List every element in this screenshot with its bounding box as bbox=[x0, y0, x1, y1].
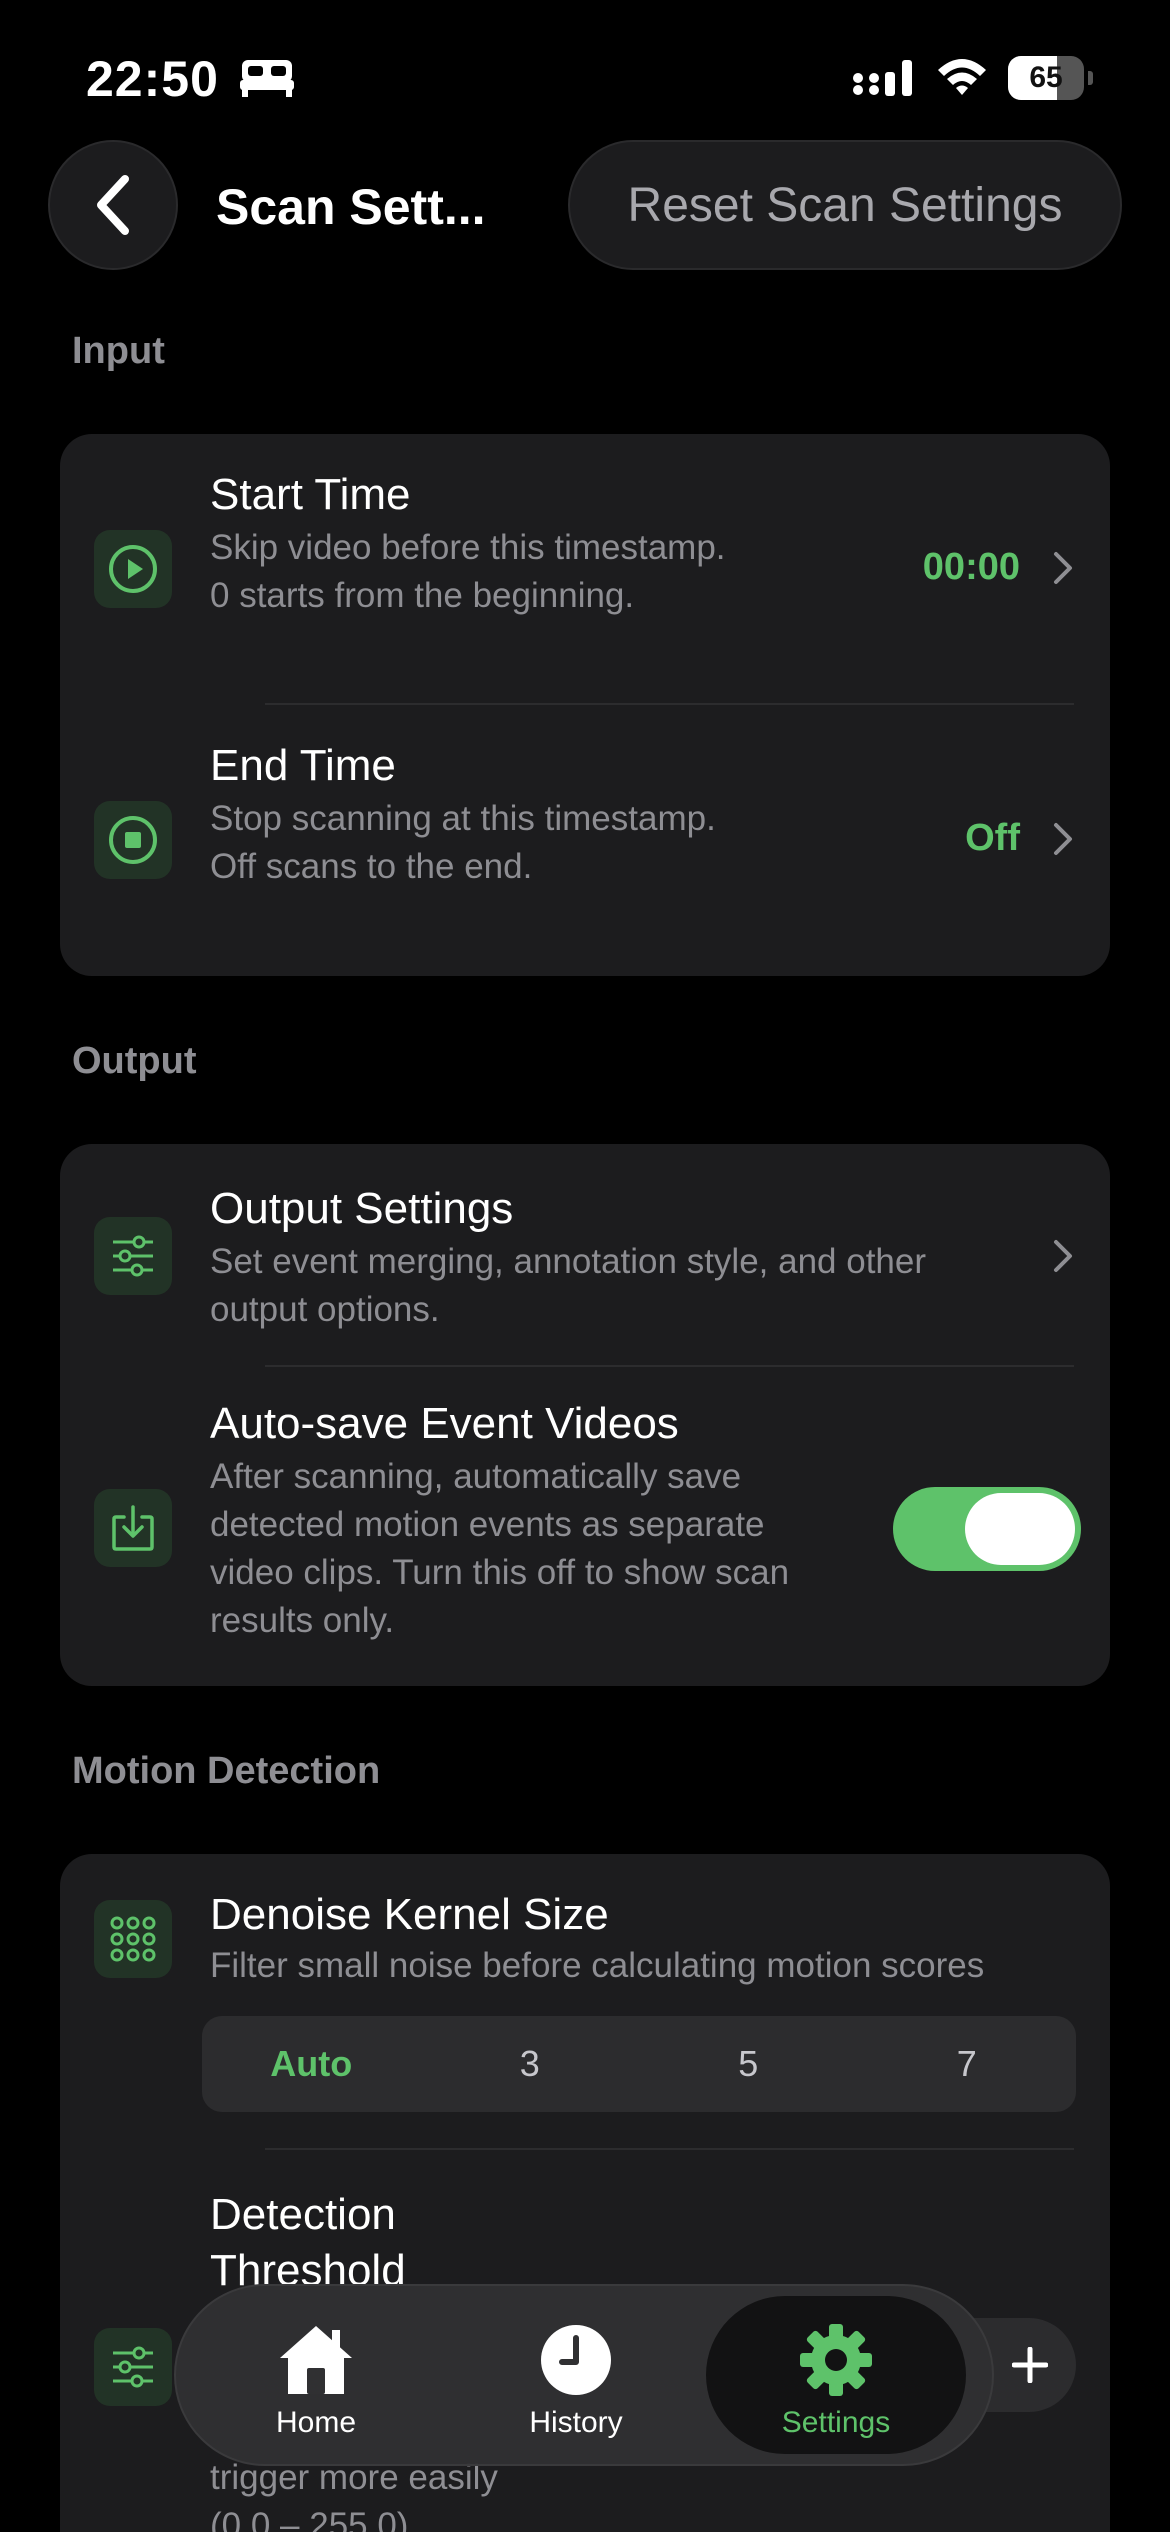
auto-save-toggle[interactable] bbox=[893, 1487, 1081, 1571]
segment-3[interactable]: 3 bbox=[421, 2016, 640, 2112]
output-settings-title: Output Settings bbox=[210, 1184, 514, 1233]
clock-icon bbox=[541, 2325, 611, 2395]
signal-icon bbox=[853, 60, 912, 96]
tab-history-label: History bbox=[529, 2406, 623, 2439]
grid-dots-icon bbox=[94, 1900, 172, 1978]
start-time-row[interactable]: Start Time Skip video before this timest… bbox=[60, 434, 1110, 704]
denoise-segmented-control: Auto 3 5 7 bbox=[202, 2016, 1076, 2112]
tab-home-label: Home bbox=[275, 2406, 357, 2439]
start-time-value: 00:00 bbox=[922, 546, 1020, 588]
sliders-icon bbox=[94, 1217, 172, 1295]
stop-circle-icon bbox=[94, 801, 172, 879]
plus-icon bbox=[1012, 2347, 1048, 2383]
wifi-icon bbox=[938, 59, 986, 95]
end-time-title: End Time bbox=[210, 741, 396, 790]
tab-bar: Home History Settings bbox=[174, 2284, 994, 2466]
sliders-icon bbox=[94, 2328, 172, 2406]
gear-icon bbox=[800, 2324, 872, 2396]
start-time-title: Start Time bbox=[210, 470, 411, 519]
segment-5[interactable]: 5 bbox=[639, 2016, 858, 2112]
page-title: Scan Sett... bbox=[216, 179, 486, 235]
end-time-value: Off bbox=[965, 817, 1020, 859]
end-time-description: Stop scanning at this timestamp. Off sca… bbox=[210, 799, 716, 886]
output-settings-row[interactable]: Output Settings Set event merging, annot… bbox=[60, 1144, 1110, 1366]
chevron-right-icon bbox=[1054, 1240, 1072, 1272]
start-time-description: Skip video before this timestamp. 0 star… bbox=[210, 528, 726, 615]
chevron-right-icon bbox=[1054, 552, 1072, 584]
denoise-title: Denoise Kernel Size bbox=[210, 1890, 609, 1939]
detection-threshold-description-line2: (0.0 – 255.0) bbox=[210, 2506, 409, 2532]
back-button[interactable] bbox=[48, 140, 178, 270]
chevron-left-icon bbox=[97, 175, 129, 235]
detection-threshold-title-line1: Detection bbox=[210, 2190, 396, 2239]
denoise-row: Denoise Kernel Size Filter small noise b… bbox=[60, 1854, 1110, 2150]
house-icon bbox=[280, 2326, 352, 2394]
auto-save-description: After scanning, automatically save detec… bbox=[210, 1457, 790, 1640]
chevron-right-icon bbox=[1054, 823, 1072, 855]
section-header-output: Output bbox=[72, 1040, 197, 1082]
end-time-row[interactable]: End Time Stop scanning at this timestamp… bbox=[60, 705, 1110, 976]
status-bar: 22:50 65 bbox=[0, 0, 1170, 150]
download-tray-icon bbox=[94, 1489, 172, 1567]
auto-save-row: Auto-save Event Videos After scanning, a… bbox=[60, 1367, 1110, 1686]
section-header-input: Input bbox=[72, 330, 165, 372]
tab-home[interactable]: Home bbox=[186, 2296, 446, 2454]
output-card: Output Settings Set event merging, annot… bbox=[60, 1144, 1110, 1686]
denoise-description: Filter small noise before calculating mo… bbox=[210, 1946, 985, 1985]
tab-history[interactable]: History bbox=[446, 2296, 706, 2454]
play-circle-icon bbox=[94, 530, 172, 608]
segment-auto[interactable]: Auto bbox=[202, 2016, 421, 2112]
battery-indicator: 65 bbox=[1008, 56, 1093, 100]
output-settings-description: Set event merging, annotation style, and… bbox=[210, 1242, 927, 1329]
reset-scan-settings-button[interactable]: Reset Scan Settings bbox=[568, 140, 1122, 270]
tab-settings[interactable]: Settings bbox=[706, 2296, 966, 2454]
bed-icon bbox=[240, 60, 294, 97]
auto-save-title: Auto-save Event Videos bbox=[210, 1399, 679, 1448]
input-card: Start Time Skip video before this timest… bbox=[60, 434, 1110, 976]
status-time: 22:50 bbox=[86, 51, 219, 107]
section-header-motion-detection: Motion Detection bbox=[72, 1750, 381, 1792]
tab-settings-label: Settings bbox=[781, 2406, 891, 2439]
battery-level: 65 bbox=[1029, 61, 1063, 94]
toggle-knob bbox=[965, 1493, 1075, 1565]
segment-7[interactable]: 7 bbox=[858, 2016, 1077, 2112]
